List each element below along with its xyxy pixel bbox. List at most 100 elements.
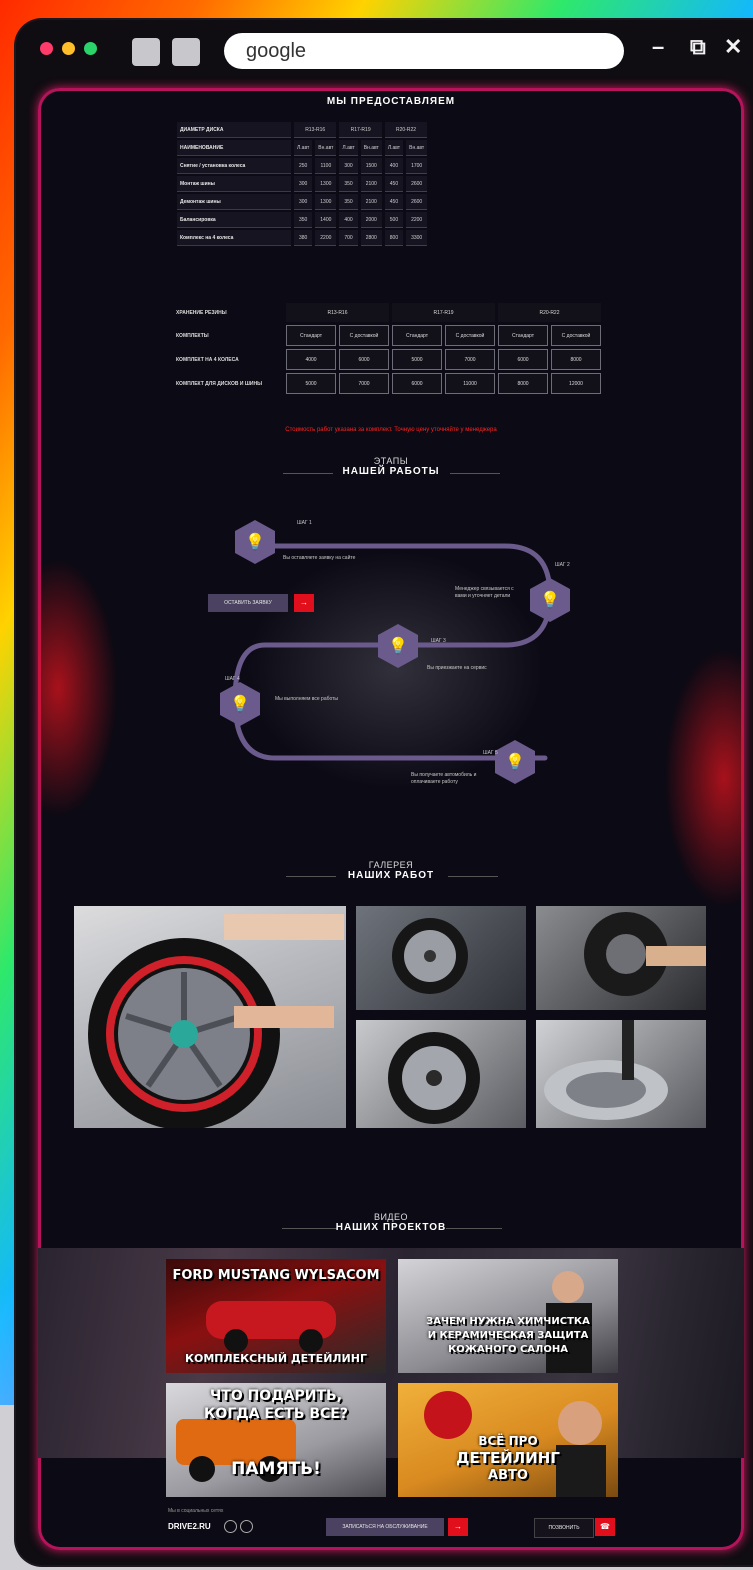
- table-cell: 3300: [406, 230, 428, 246]
- table-cell: 6000: [339, 349, 389, 370]
- gallery-photo[interactable]: [356, 906, 526, 1010]
- stages-small-title: ЭТАПЫ: [373, 456, 409, 466]
- table-cell[interactable]: С доставкой: [551, 325, 601, 346]
- video-subtitle: КОГДА ЕСТЬ ВСЕ?: [203, 1406, 348, 1422]
- gallery-photo-large[interactable]: [74, 906, 346, 1128]
- video-title: FORD MUSTANG WYLSACOM: [172, 1268, 380, 1283]
- price-note: Стоимость работ указана за комплект. Точ…: [285, 427, 497, 433]
- video-subtitle: И КЕРАМИЧЕСКАЯ ЗАЩИТА: [427, 1330, 589, 1341]
- table-cell: R20-R22: [384, 122, 428, 138]
- table-cell: 400: [339, 212, 358, 228]
- table-cell: 700: [339, 230, 358, 246]
- gallery-photo[interactable]: [356, 1020, 526, 1128]
- table-cell: 300: [294, 194, 313, 210]
- order-button[interactable]: ОСТАВИТЬ ЗАЯВКУ: [208, 594, 288, 612]
- table-cell: 800: [384, 230, 404, 246]
- table-cell: Демонтаж шины: [177, 194, 291, 210]
- gallery-photo[interactable]: [536, 906, 706, 1010]
- gallery-small-title: ГАЛЕРЕЯ: [368, 860, 414, 870]
- table-cell: Комплекс на 4 колеса: [177, 230, 291, 246]
- video-thumbnail[interactable]: FORD MUSTANG WYLSACOM КОМПЛЕКСНЫЙ ДЕТЕЙЛ…: [166, 1259, 386, 1373]
- maximize-dot-icon[interactable]: [84, 42, 97, 55]
- wheel-image: [388, 1032, 480, 1124]
- table-cell: 12000: [551, 373, 601, 394]
- social-icon[interactable]: [240, 1520, 253, 1533]
- phone-icon[interactable]: ☎: [595, 1518, 615, 1536]
- forward-button[interactable]: [172, 38, 200, 66]
- table-cell: КОМПЛЕКТ ДЛЯ ДИСКОВ И ШИНЫ: [176, 380, 263, 387]
- close-dot-icon[interactable]: [40, 42, 53, 55]
- table-row: Демонтаж шины 300 1300 350 2100 450 2600: [177, 194, 428, 210]
- web-page: МЫ ПРЕДОСТАВЛЯЕМ ДИАМЕТР ДИСКА R13-R16 R…: [38, 88, 744, 1550]
- arrow-right-icon[interactable]: →: [448, 1518, 468, 1536]
- table-cell: 2600: [406, 176, 428, 192]
- table-cell: 2100: [360, 194, 382, 210]
- window-restore-button[interactable]: ⧉: [690, 34, 706, 60]
- table-cell: R13-R16: [294, 122, 337, 138]
- table-cell: 2200: [406, 212, 428, 228]
- arrow-right-icon[interactable]: →: [294, 594, 314, 612]
- stages-big-title: НАШЕЙ РАБОТЫ: [342, 466, 440, 477]
- drive2-logo[interactable]: DRIVE2.RU: [168, 1522, 211, 1531]
- table-cell: 6000: [498, 349, 548, 370]
- table-cell: 11000: [445, 373, 495, 394]
- back-button[interactable]: [132, 38, 160, 66]
- call-button[interactable]: ПОЗВОНИТЬ: [534, 1518, 594, 1538]
- table-cell: 2800: [360, 230, 382, 246]
- step-label: ШАГ 5: [483, 750, 498, 756]
- window-minimize-button[interactable]: –: [652, 34, 664, 60]
- table-row: КОМПЛЕКТЫ Стандарт С доставкой Стандарт …: [175, 325, 601, 346]
- table-cell: R17-R19: [339, 122, 382, 138]
- table-cell[interactable]: Стандарт: [498, 325, 548, 346]
- table-cell: 5000: [286, 373, 336, 394]
- video-thumbnail[interactable]: ЧТО ПОДАРИТЬ, КОГДА ЕСТЬ ВСЕ? ПАМЯТЬ!: [166, 1383, 386, 1497]
- step-label: ШАГ 3: [431, 638, 446, 644]
- videos-section-title: ВИДЕО НАШИХ ПРОЕКТОВ: [38, 1212, 744, 1233]
- table-cell[interactable]: Стандарт: [392, 325, 442, 346]
- social-icon[interactable]: [224, 1520, 237, 1533]
- table-cell: Л.авт: [294, 140, 313, 156]
- book-service-button[interactable]: ЗАПИСАТЬСЯ НА ОБСЛУЖИВАНИЕ: [326, 1518, 444, 1536]
- table-cell: 6000: [392, 373, 442, 394]
- table-cell: 350: [294, 212, 313, 228]
- gallery-photo[interactable]: [536, 1020, 706, 1128]
- table-row: КОМПЛЕКТ ДЛЯ ДИСКОВ И ШИНЫ 5000 7000 600…: [175, 373, 601, 394]
- table-cell: 8000: [498, 373, 548, 394]
- video-title: ВСЁ ПРО: [478, 1434, 538, 1448]
- table-cell[interactable]: Стандарт: [286, 325, 336, 346]
- videos-backdrop: [38, 1248, 744, 1458]
- table-cell: 500: [384, 212, 404, 228]
- table-cell: 350: [339, 194, 358, 210]
- table-cell: 1100: [315, 158, 337, 174]
- gallery-section-title: ГАЛЕРЕЯ НАШИХ РАБОТ: [38, 860, 744, 881]
- table-cell: 5000: [392, 349, 442, 370]
- video-subtitle: КОМПЛЕКСНЫЙ ДЕТЕЙЛИНГ: [185, 1352, 367, 1365]
- services-section-title: МЫ ПРЕДОСТАВЛЯЕМ: [38, 96, 744, 107]
- table-cell: R17-R19: [392, 303, 495, 322]
- window-close-button[interactable]: ✕: [724, 34, 742, 60]
- price-table: ДИАМЕТР ДИСКА R13-R16 R17-R19 R20-R22 НА…: [174, 120, 430, 248]
- table-cell[interactable]: С доставкой: [445, 325, 495, 346]
- table-cell: 350: [339, 176, 358, 192]
- step-label: ШАГ 1: [297, 520, 312, 526]
- step-text: Мы выполняем все работы: [275, 696, 339, 702]
- footer-social-text: Мы в социальных сетях: [168, 1508, 224, 1514]
- table-cell: 300: [294, 176, 313, 192]
- table-cell: Балансировка: [177, 212, 291, 228]
- table-cell: 250: [294, 158, 313, 174]
- video-subtitle: ДЕТЕЙЛИНГ: [456, 1449, 560, 1467]
- video-thumbnail[interactable]: ЗАЧЕМ НУЖНА ХИМЧИСТКА И КЕРАМИЧЕСКАЯ ЗАЩ…: [398, 1259, 618, 1373]
- video-thumbnail[interactable]: ВСЁ ПРО ДЕТЕЙЛИНГ АВТО: [398, 1383, 618, 1497]
- table-cell: 1300: [315, 194, 337, 210]
- table-row: Снятие / установка колеса 250 1100 300 1…: [177, 158, 428, 174]
- minimize-dot-icon[interactable]: [62, 42, 75, 55]
- address-bar[interactable]: google: [224, 33, 624, 69]
- table-cell: 8000: [551, 349, 601, 370]
- table-cell: 380: [294, 230, 313, 246]
- step-text: Вы получаете автомобиль и оплачиваете ра…: [411, 772, 477, 785]
- table-cell[interactable]: С доставкой: [339, 325, 389, 346]
- table-row: Монтаж шины 300 1300 350 2100 450 2600: [177, 176, 428, 192]
- video-title: ЧТО ПОДАРИТЬ,: [209, 1388, 343, 1404]
- table-cell: R13-R16: [286, 303, 389, 322]
- browser-window: google – ⧉ ✕ МЫ ПРЕДОСТАВЛЯЕМ ДИАМЕТР ДИ…: [16, 20, 753, 1565]
